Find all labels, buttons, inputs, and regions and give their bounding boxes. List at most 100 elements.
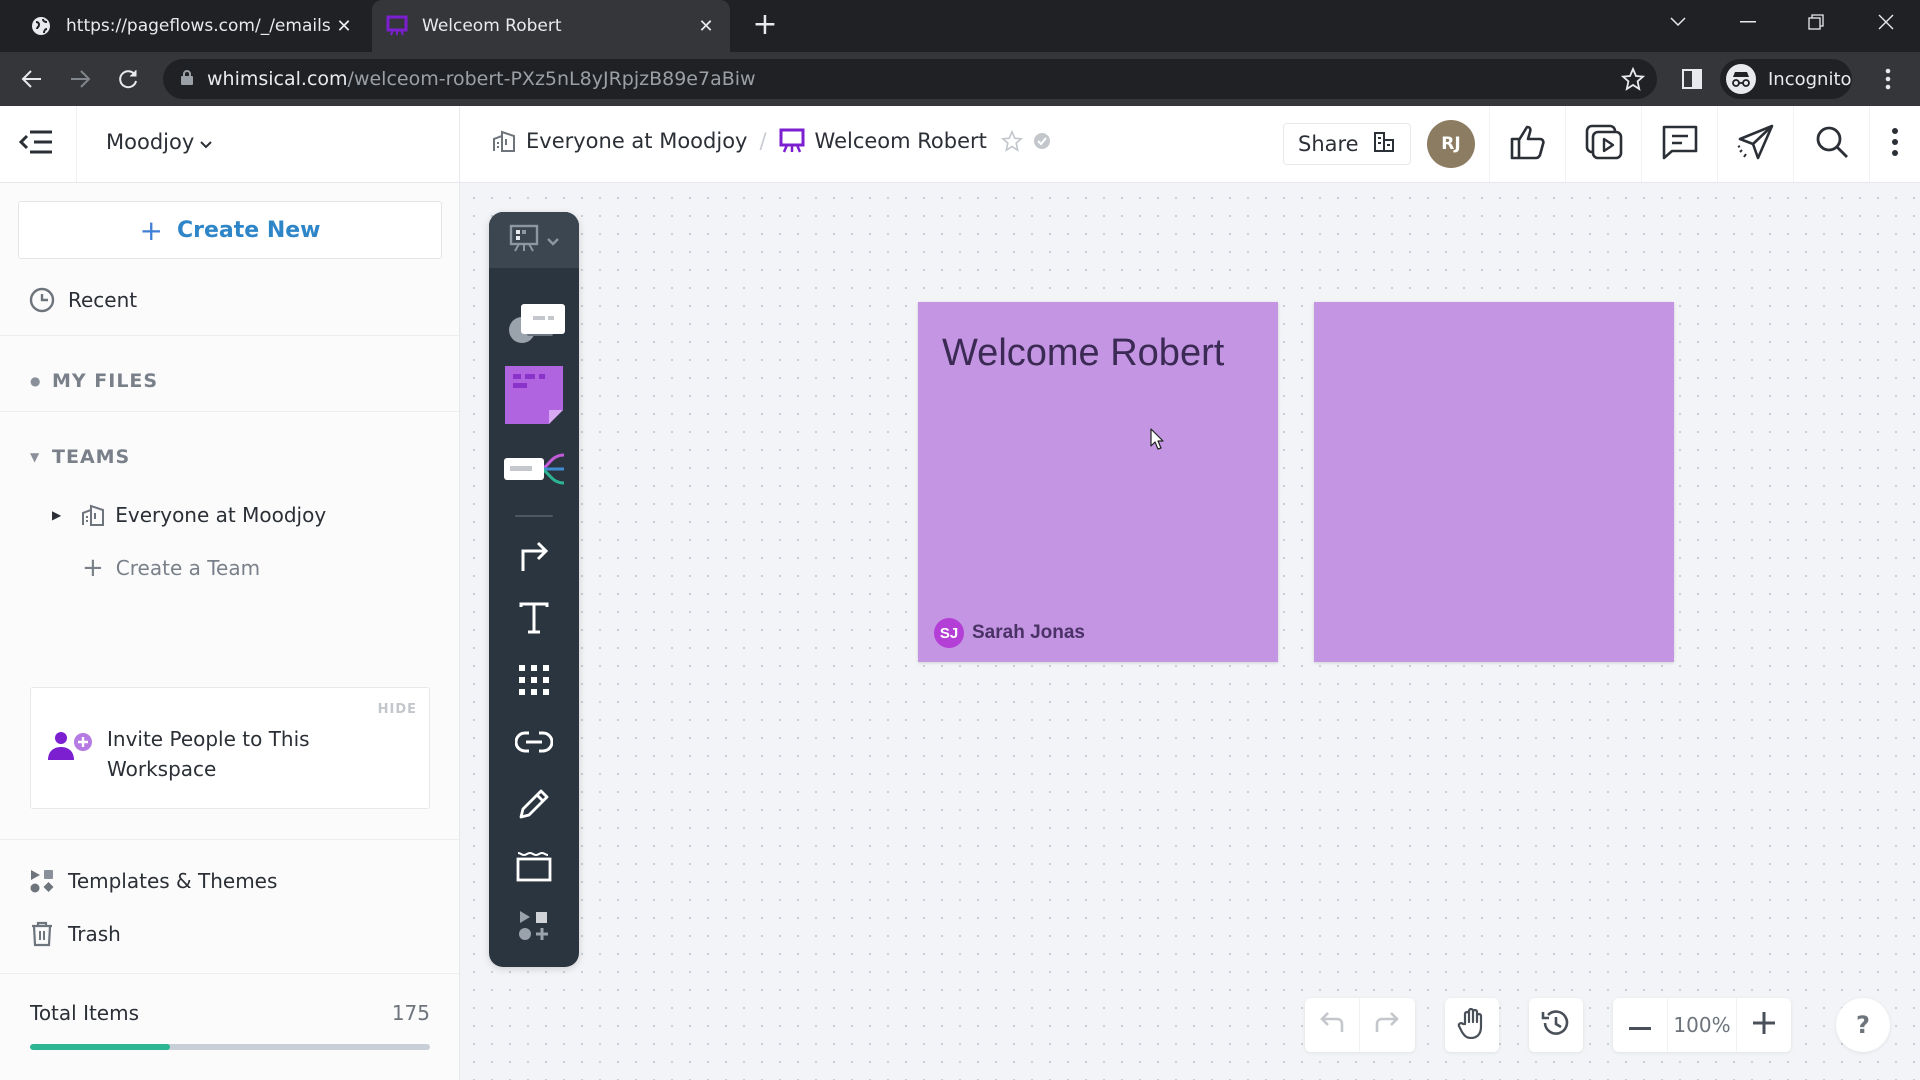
- lock-icon: [181, 69, 193, 89]
- plus-icon: +: [82, 553, 104, 583]
- invite-text: Invite People to This Workspace: [107, 727, 310, 781]
- incognito-icon: [1726, 64, 1756, 94]
- plus-icon: +: [139, 213, 163, 247]
- tool-pencil[interactable]: [489, 778, 579, 834]
- sidebar: + Create New Recent ● MY FILES ▼ TEAMS ▶…: [0, 183, 460, 1080]
- zoom-level[interactable]: 100%: [1667, 998, 1737, 1052]
- sidebar-item-team[interactable]: ▶ Everyone at Moodjoy: [52, 503, 326, 527]
- divider: [76, 106, 77, 182]
- collapse-sidebar-button[interactable]: [14, 124, 58, 164]
- caret-right-icon[interactable]: ▶: [52, 508, 61, 522]
- more-options-button[interactable]: [1869, 106, 1920, 182]
- zoom-in-button[interactable]: [1737, 998, 1791, 1052]
- incognito-profile-button[interactable]: Incognito: [1720, 59, 1852, 99]
- zoom-out-button[interactable]: [1613, 998, 1667, 1052]
- tool-link[interactable]: [489, 716, 579, 772]
- version-history-button[interactable]: [1529, 998, 1583, 1052]
- sticky-note[interactable]: Welcome Robert SJ Sarah Jonas: [918, 302, 1278, 662]
- pencil-icon: [517, 787, 551, 825]
- plus-icon: [1753, 1012, 1775, 1038]
- browser-menu-icon[interactable]: [1870, 61, 1906, 97]
- browser-tab-welceom-robert[interactable]: Welceom Robert ✕: [372, 0, 730, 52]
- present-button[interactable]: [1565, 106, 1641, 182]
- create-new-button[interactable]: + Create New: [18, 201, 442, 259]
- tool-card[interactable]: [489, 292, 579, 352]
- sidebar-item-trash[interactable]: Trash: [28, 920, 121, 948]
- help-button[interactable]: ?: [1836, 998, 1890, 1052]
- card-comment-icon: [503, 294, 565, 350]
- pan-hand-button[interactable]: [1445, 998, 1499, 1052]
- sidebar-section-teams[interactable]: ▼ TEAMS: [30, 446, 130, 468]
- bookmark-star-icon[interactable]: [1620, 66, 1646, 95]
- undo-button[interactable]: [1305, 998, 1359, 1052]
- comments-button[interactable]: [1641, 106, 1717, 182]
- reload-icon[interactable]: [110, 61, 146, 97]
- divider: [0, 973, 459, 974]
- whimsical-board-icon: [386, 15, 408, 37]
- reactions-button[interactable]: [1489, 106, 1565, 182]
- create-team-button[interactable]: + Create a Team: [82, 553, 260, 583]
- chevron-down-icon: [200, 130, 212, 154]
- browser-tab-pageflows[interactable]: https://pageflows.com/_/emails/_ ✕: [18, 0, 368, 52]
- present-play-icon: [1584, 123, 1624, 165]
- sidebar-section-my-files[interactable]: ● MY FILES: [30, 370, 158, 392]
- minus-icon: [1629, 1016, 1651, 1035]
- share-button[interactable]: Share: [1283, 123, 1411, 165]
- tool-more-shapes[interactable]: [489, 902, 579, 954]
- sidebar-item-recent[interactable]: Recent: [28, 286, 137, 314]
- text-icon: [519, 601, 549, 639]
- minimize-icon[interactable]: [1718, 0, 1778, 44]
- close-window-icon[interactable]: [1856, 0, 1916, 44]
- tool-connector[interactable]: [489, 530, 579, 586]
- redo-icon: [1373, 1012, 1401, 1038]
- team-label: Everyone at Moodjoy: [115, 503, 327, 527]
- user-avatar[interactable]: RJ: [1427, 120, 1475, 168]
- favorite-star-icon[interactable]: [1000, 130, 1023, 152]
- hide-invite-button[interactable]: HIDE: [378, 702, 417, 717]
- search-button[interactable]: [1793, 106, 1869, 182]
- usage-progress-fill: [30, 1044, 170, 1050]
- sidebar-item-templates[interactable]: Templates & Themes: [28, 867, 277, 895]
- restore-icon[interactable]: [1786, 0, 1846, 44]
- tool-mind-map[interactable]: [489, 448, 579, 494]
- close-tab-icon[interactable]: ✕: [692, 16, 720, 37]
- sticky-note-text[interactable]: Welcome Robert: [942, 332, 1224, 375]
- undo-icon: [1318, 1012, 1346, 1038]
- caret-down-icon: ▼: [30, 450, 41, 464]
- thumbs-up-icon: [1508, 123, 1548, 165]
- invite-people-card[interactable]: Invite People to This Workspace HIDE: [30, 687, 430, 809]
- board-type-switcher[interactable]: [489, 212, 579, 268]
- breadcrumb-team[interactable]: Everyone at Moodjoy: [526, 129, 747, 153]
- trash-icon: [28, 920, 56, 948]
- address-bar[interactable]: whimsical.com/welceom-robert-PXz5nL8yJRp…: [163, 59, 1657, 99]
- sticky-note[interactable]: [1314, 302, 1674, 662]
- section-label: TEAMS: [52, 446, 131, 468]
- breadcrumb-separator: /: [759, 129, 767, 153]
- tab-search-icon[interactable]: [1648, 0, 1708, 44]
- tool-sticky-note[interactable]: [489, 364, 579, 430]
- close-tab-icon[interactable]: ✕: [330, 16, 358, 37]
- tool-text[interactable]: [489, 592, 579, 648]
- verified-check-icon: [1033, 132, 1051, 150]
- side-panel-icon[interactable]: [1674, 61, 1710, 97]
- forward-icon[interactable]: [62, 61, 98, 97]
- total-items-label: Total Items: [30, 1001, 140, 1025]
- url-host: whimsical.com: [207, 68, 348, 90]
- collapse-menu-icon: [18, 129, 54, 159]
- new-tab-button[interactable]: +: [748, 8, 782, 42]
- breadcrumb-board-title[interactable]: Welceom Robert: [815, 129, 987, 153]
- tool-section[interactable]: [489, 840, 579, 896]
- grid-icon: [518, 664, 550, 700]
- send-button[interactable]: [1717, 106, 1793, 182]
- connector-arrow-icon: [517, 539, 551, 577]
- browser-toolbar: whimsical.com/welceom-robert-PXz5nL8yJRp…: [0, 52, 1920, 106]
- author-name: Sarah Jonas: [972, 622, 1085, 643]
- toolbar-divider: [515, 515, 553, 517]
- workspace-switcher[interactable]: Moodjoy: [106, 130, 212, 154]
- back-icon[interactable]: [14, 61, 50, 97]
- search-icon: [1814, 124, 1850, 164]
- paper-plane-icon: [1736, 123, 1776, 165]
- redo-button[interactable]: [1359, 998, 1413, 1052]
- tool-grid[interactable]: [489, 654, 579, 710]
- workspace-header: Moodjoy: [0, 106, 460, 182]
